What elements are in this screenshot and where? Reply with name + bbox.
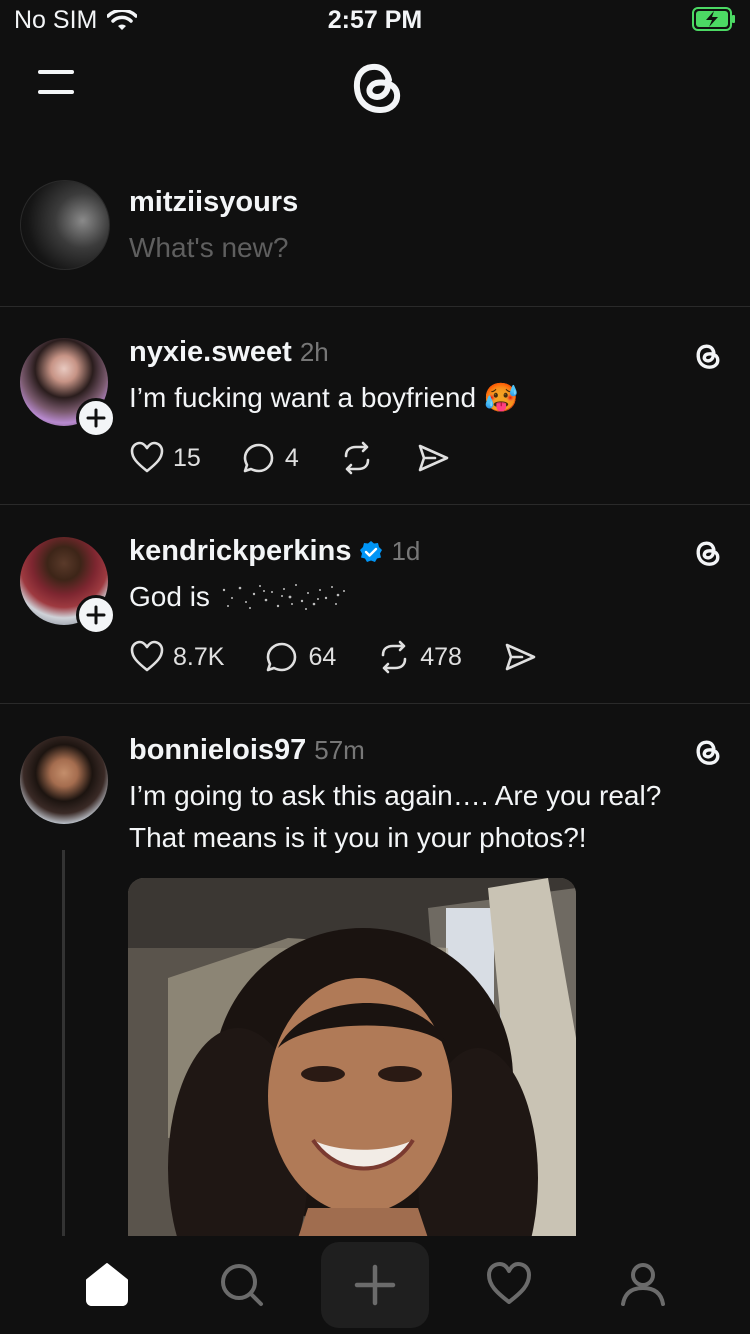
post-time: 57m <box>314 735 365 765</box>
post-actions: 8.7K 64 478 <box>129 639 578 675</box>
composer[interactable]: mitziisyours What's new? <box>0 178 750 307</box>
post-header: bonnielois97 57m <box>129 734 365 767</box>
reply-count: 4 <box>284 443 299 472</box>
composer-username: mitziisyours <box>129 186 299 218</box>
threads-logo-icon <box>696 541 720 566</box>
post-username[interactable]: nyxie.sweet <box>129 336 292 369</box>
avatar[interactable] <box>20 180 110 270</box>
post-card[interactable]: kendrickperkins 1d God is 8.7K 64 478 <box>0 505 750 704</box>
photo-selfie <box>128 878 576 1236</box>
menu-icon[interactable] <box>38 68 74 96</box>
repost-button[interactable] <box>339 440 375 476</box>
top-bar <box>0 44 750 140</box>
like-button[interactable]: 8.7K <box>129 639 224 675</box>
spoiler-text[interactable] <box>220 580 350 614</box>
emoji: 🥵 <box>483 382 519 413</box>
new-post-button[interactable] <box>321 1242 429 1328</box>
like-count: 8.7K <box>173 642 225 671</box>
plus-icon <box>86 605 106 625</box>
reply-button[interactable]: 64 <box>264 639 336 675</box>
heart-icon <box>130 640 164 672</box>
threads-logo-icon[interactable] <box>342 50 408 124</box>
post-header: nyxie.sweet 2h <box>129 336 329 369</box>
repost-button[interactable]: 478 <box>376 639 462 675</box>
status-bar: No SIM 2:57 PM <box>0 0 750 44</box>
send-icon <box>505 643 536 671</box>
verified-badge-icon <box>360 540 383 562</box>
repost-count: 478 <box>420 642 462 671</box>
post-actions: 15 4 <box>129 440 491 476</box>
post-text: I’m going to ask this again…. Are you re… <box>129 775 661 859</box>
reply-button[interactable]: 4 <box>241 440 299 476</box>
heart-icon <box>130 441 164 473</box>
share-button[interactable] <box>502 639 538 675</box>
post-image[interactable] <box>128 878 576 1236</box>
avatar[interactable] <box>20 736 108 824</box>
comment-icon <box>267 642 297 672</box>
follow-button[interactable] <box>76 398 116 438</box>
tab-bar <box>0 1236 750 1334</box>
search-icon[interactable] <box>217 1260 265 1308</box>
reply-count: 64 <box>308 642 337 671</box>
post-username[interactable]: kendrickperkins <box>129 535 351 568</box>
comment-icon <box>243 443 274 473</box>
post-text: I’m fucking want a boyfriend 🥵 <box>129 377 519 419</box>
heart-icon[interactable] <box>485 1260 533 1308</box>
like-count: 15 <box>173 443 201 472</box>
post-username[interactable]: bonnielois97 <box>129 734 306 767</box>
plus-icon <box>354 1264 396 1306</box>
post-card[interactable]: bonnielois97 57m I’m going to ask this a… <box>0 704 750 1236</box>
threads-logo-icon <box>696 740 720 765</box>
repost-icon <box>381 640 407 674</box>
post-body-line: I’m going to ask this again…. Are you re… <box>129 780 662 811</box>
plus-icon <box>86 408 106 428</box>
post-body-line: That means is it you in your photos?! <box>129 822 587 853</box>
composer-placeholder[interactable]: What's new? <box>129 232 288 264</box>
profile-icon[interactable] <box>619 1260 667 1308</box>
home-icon[interactable] <box>83 1260 131 1308</box>
like-button[interactable]: 15 <box>129 440 201 476</box>
post-time: 1d <box>391 536 421 566</box>
send-icon <box>418 444 449 472</box>
battery-charging-icon <box>692 7 735 31</box>
follow-button[interactable] <box>76 595 116 635</box>
threads-logo-icon <box>696 344 720 369</box>
post-time: 2h <box>299 337 329 367</box>
post-header: kendrickperkins 1d <box>129 535 420 568</box>
share-button[interactable] <box>415 440 451 476</box>
post-body: I’m fucking want a boyfriend <box>129 382 477 413</box>
post-text: God is <box>129 576 350 618</box>
post-body: God is <box>129 581 210 612</box>
post-card[interactable]: nyxie.sweet 2h I’m fucking want a boyfri… <box>0 306 750 505</box>
repost-icon <box>344 441 370 475</box>
thread-line <box>62 850 65 1236</box>
status-time: 2:57 PM <box>327 6 423 34</box>
